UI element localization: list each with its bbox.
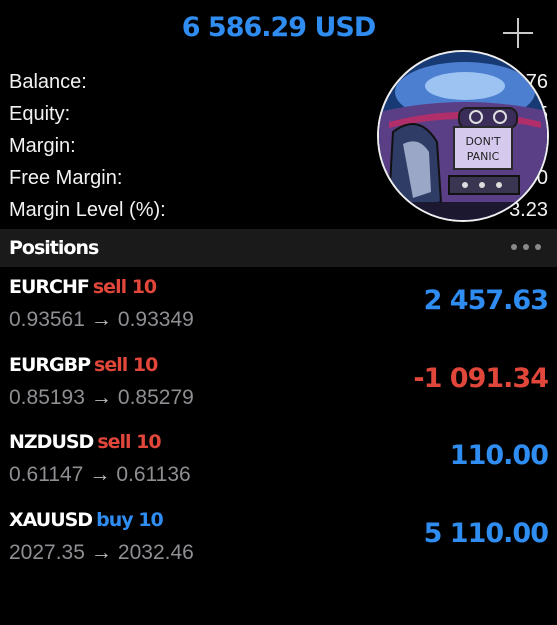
position-side: sell 10 [92, 276, 157, 298]
position-profit: 5 110.00 [423, 517, 549, 549]
position-row-nzdusd[interactable]: NZDUSD sell 10 0.61147 → 0.61136 110.00 [0, 427, 557, 505]
open-price: 0.93561 [9, 308, 85, 331]
position-profit: 2 457.63 [423, 285, 549, 316]
open-price: 2027.35 [9, 540, 85, 564]
position-profit: 110.00 [449, 440, 549, 471]
open-price: 0.61147 [9, 463, 84, 486]
positions-list: EURCHF sell 10 0.93561 → 0.93349 2 457.63 E… [0, 272, 557, 582]
current-price: 0.61136 [116, 463, 191, 486]
position-prices: 0.85193 → 0.85279 [9, 386, 194, 410]
more-dots-icon[interactable] [511, 244, 541, 252]
positions-header: Positions [0, 229, 557, 267]
position-symbol: EURCHF [9, 276, 90, 298]
plus-icon[interactable] [503, 18, 533, 48]
positions-title: Positions [9, 237, 99, 259]
position-prices: 0.93561 → 0.93349 [9, 308, 194, 332]
position-row-xauusd[interactable]: XAUUSD buy 10 2027.35 → 2032.46 5 110.00 [0, 505, 557, 583]
position-prices: 0.61147 → 0.61136 [9, 463, 191, 487]
arrow-right-icon: → [90, 540, 112, 564]
position-side: sell 10 [97, 431, 161, 453]
position-symbol: NZDUSD [9, 431, 94, 453]
position-side: buy 10 [96, 508, 164, 531]
open-price: 0.85193 [9, 385, 85, 409]
position-row-eurchf[interactable]: EURCHF sell 10 0.93561 → 0.93349 2 457.63 [0, 272, 557, 350]
margin-level-label: Margin Level (%): [9, 199, 166, 221]
position-symbol-line: XAUUSD buy 10 [9, 508, 164, 531]
arrow-right-icon: → [89, 463, 111, 486]
position-symbol: EURGBP [9, 353, 91, 376]
dont-panic-sign: DON'T PANIC [453, 126, 513, 170]
free-margin-label: Free Margin: [9, 167, 123, 189]
margin-label: Margin: [9, 135, 76, 157]
position-symbol: XAUUSD [9, 508, 93, 531]
position-side: sell 10 [94, 353, 158, 376]
arrow-right-icon: → [90, 308, 112, 331]
position-prices: 2027.35 → 2032.46 [9, 541, 194, 565]
current-price: 2032.46 [117, 540, 194, 564]
arrow-right-icon: → [90, 385, 112, 409]
account-total: 6 586.29 USD [181, 12, 377, 43]
current-price: 0.93349 [117, 308, 194, 331]
position-symbol-line: EURGBP sell 10 [9, 353, 158, 376]
position-symbol-line: EURCHF sell 10 [9, 276, 157, 298]
balance-label: Balance: [9, 71, 87, 93]
current-price: 0.85279 [117, 385, 194, 409]
equity-label: Equity: [9, 103, 71, 125]
position-profit: -1 091.34 [413, 362, 549, 394]
position-row-eurgbp[interactable]: EURGBP sell 10 0.85193 → 0.85279 -1 091.34 [0, 350, 557, 428]
position-symbol-line: NZDUSD sell 10 [9, 431, 162, 453]
avatar[interactable]: DON'T PANIC [377, 50, 549, 222]
